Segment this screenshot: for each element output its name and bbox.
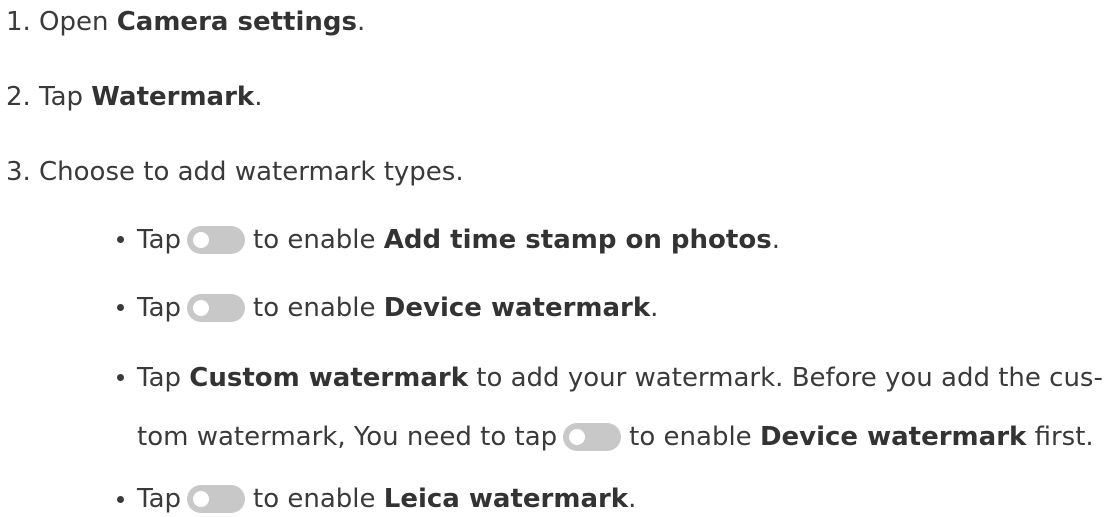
bullet-bold: Custom watermark: [189, 363, 468, 393]
bullet-item-time-stamp: Tap to enable Add time stamp on photos.: [137, 222, 780, 258]
bullet-text: Tap: [137, 363, 190, 393]
bullet-text: to enable: [253, 225, 384, 255]
bullet-dot: [117, 304, 124, 311]
bullet-bold: Device watermark: [759, 422, 1027, 452]
bullet-punct: .: [628, 484, 637, 514]
bullet-dot: [117, 496, 124, 503]
toggle-knob: [569, 429, 586, 445]
step-3: 3. Choose to add watermark types.: [6, 154, 464, 190]
toggle-knob: [193, 491, 210, 507]
step-punct: .: [254, 82, 263, 112]
step-text: Tap: [39, 82, 92, 112]
toggle-switch-icon: [187, 226, 246, 254]
bullet-bold: Leica watermark: [383, 484, 629, 514]
step-2: 2. Tap Watermark.: [6, 79, 262, 115]
toggle-knob: [193, 300, 210, 316]
step-bold: Camera settings: [116, 7, 357, 37]
bullet-text: to add your watermark. Before you add th…: [467, 363, 1103, 393]
bullet-text: to enable: [253, 293, 384, 323]
bullet-text: first.: [1026, 422, 1094, 452]
bullet-punct: .: [771, 225, 780, 255]
bullet-item-device-watermark: Tap to enable Device watermark.: [137, 290, 658, 326]
toggle-switch-icon: [187, 485, 246, 513]
bullet-text: tom watermark, You need to tap: [137, 422, 558, 452]
bullet-punct: .: [650, 293, 659, 323]
bullet-item-custom-watermark-line2: tom watermark, You need to tap to enable …: [137, 419, 1094, 455]
bullet-dot: [117, 236, 124, 243]
bullet-item-custom-watermark: Tap Custom watermark to add your waterma…: [137, 360, 1103, 396]
bullet-bold: Add time stamp on photos: [383, 225, 772, 255]
bullet-dot: [117, 374, 124, 381]
bullet-text: Tap: [137, 225, 182, 255]
step-number: 1.: [6, 7, 31, 37]
step-number: 2.: [6, 82, 31, 112]
step-number: 3.: [6, 157, 31, 187]
step-bold: Watermark: [91, 82, 255, 112]
step-punct: .: [356, 7, 366, 37]
bullet-text: to enable: [629, 422, 760, 452]
bullet-text: Tap: [137, 484, 182, 514]
bullet-text: Tap: [137, 293, 182, 323]
step-text: Choose to add watermark types.: [39, 157, 464, 187]
bullet-bold: Device watermark: [383, 293, 651, 323]
toggle-switch-icon: [563, 423, 622, 451]
toggle-switch-icon: [187, 294, 246, 322]
step-1: 1. Open Camera settings.: [6, 4, 365, 40]
step-text: Open: [39, 7, 117, 37]
bullet-text: to enable: [253, 484, 384, 514]
toggle-knob: [193, 232, 210, 248]
bullet-item-leica-watermark: Tap to enable Leica watermark.: [137, 481, 636, 517]
